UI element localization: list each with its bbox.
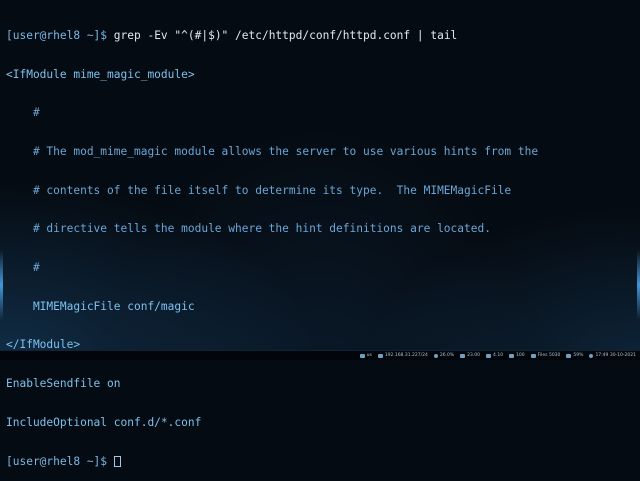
terminal-line-prompt[interactable]: [user@rhel8 ~]$ xyxy=(6,454,634,469)
terminal-line: # xyxy=(6,261,40,275)
text-cursor xyxy=(113,455,121,467)
tray-clock[interactable]: 17:49 30-10-2021 xyxy=(589,353,636,358)
keyboard-icon xyxy=(359,353,365,358)
load-icon xyxy=(486,353,492,358)
battery-icon xyxy=(566,353,572,358)
tray-label: us xyxy=(366,353,372,358)
tray-battery[interactable]: 59% xyxy=(566,353,583,358)
tray-network[interactable]: 192.168.31.227/24 xyxy=(377,353,428,358)
tray-label: 59% xyxy=(573,353,584,358)
tray-label: 100 xyxy=(516,353,525,358)
memory-icon xyxy=(460,353,466,358)
shell-prompt: [user@rhel8 ~]$ xyxy=(6,454,114,468)
terminal-output[interactable]: [user@rhel8 ~]$ grep -Ev "^(#|$)" /etc/h… xyxy=(6,4,634,481)
tray-load[interactable]: 4.10 xyxy=(486,353,503,358)
tray-volume[interactable]: 100 xyxy=(509,353,525,358)
terminal-line: IncludeOptional conf.d/*.conf xyxy=(6,415,202,429)
terminal-line: # directive tells the module where the h… xyxy=(6,222,491,236)
terminal-line: <IfModule mime_magic_module> xyxy=(6,67,195,81)
tray-label: 4.10 xyxy=(493,353,504,358)
files-icon xyxy=(530,353,536,358)
tray-files[interactable]: Files 5030 xyxy=(530,353,561,358)
volume-icon xyxy=(509,353,515,358)
terminal-line: MIMEMagicFile conf/magic xyxy=(6,299,195,313)
tray-label: 23.00 xyxy=(467,353,481,358)
tray-label: Files 5030 xyxy=(537,353,561,358)
terminal-line: # xyxy=(6,106,40,120)
tray-label: 17:49 30-10-2021 xyxy=(595,353,636,358)
terminal-line: # The mod_mime_magic module allows the s… xyxy=(6,144,539,158)
tray-label: 26.0% xyxy=(439,353,455,358)
terminal-line-command: [user@rhel8 ~]$ grep -Ev "^(#|$)" /etc/h… xyxy=(6,28,634,43)
shell-prompt: [user@rhel8 ~]$ xyxy=(6,28,114,42)
terminal-line: EnableSendfile on xyxy=(6,377,121,391)
status-bar: us 192.168.31.227/24 26.0% 23.00 4.10 10… xyxy=(0,350,640,360)
tray-keyboard[interactable]: us xyxy=(359,353,372,358)
tray-memory[interactable]: 23.00 xyxy=(460,353,480,358)
command-text: grep -Ev "^(#|$)" /etc/httpd/conf/httpd.… xyxy=(113,28,458,42)
network-icon xyxy=(377,353,383,358)
left-glow-edge xyxy=(0,250,3,320)
disk-icon xyxy=(433,353,438,358)
tray-label: 192.168.31.227/24 xyxy=(384,353,428,358)
clock-icon xyxy=(589,353,594,358)
tray-disk[interactable]: 26.0% xyxy=(433,353,455,358)
terminal-line: # contents of the file itself to determi… xyxy=(6,183,512,197)
